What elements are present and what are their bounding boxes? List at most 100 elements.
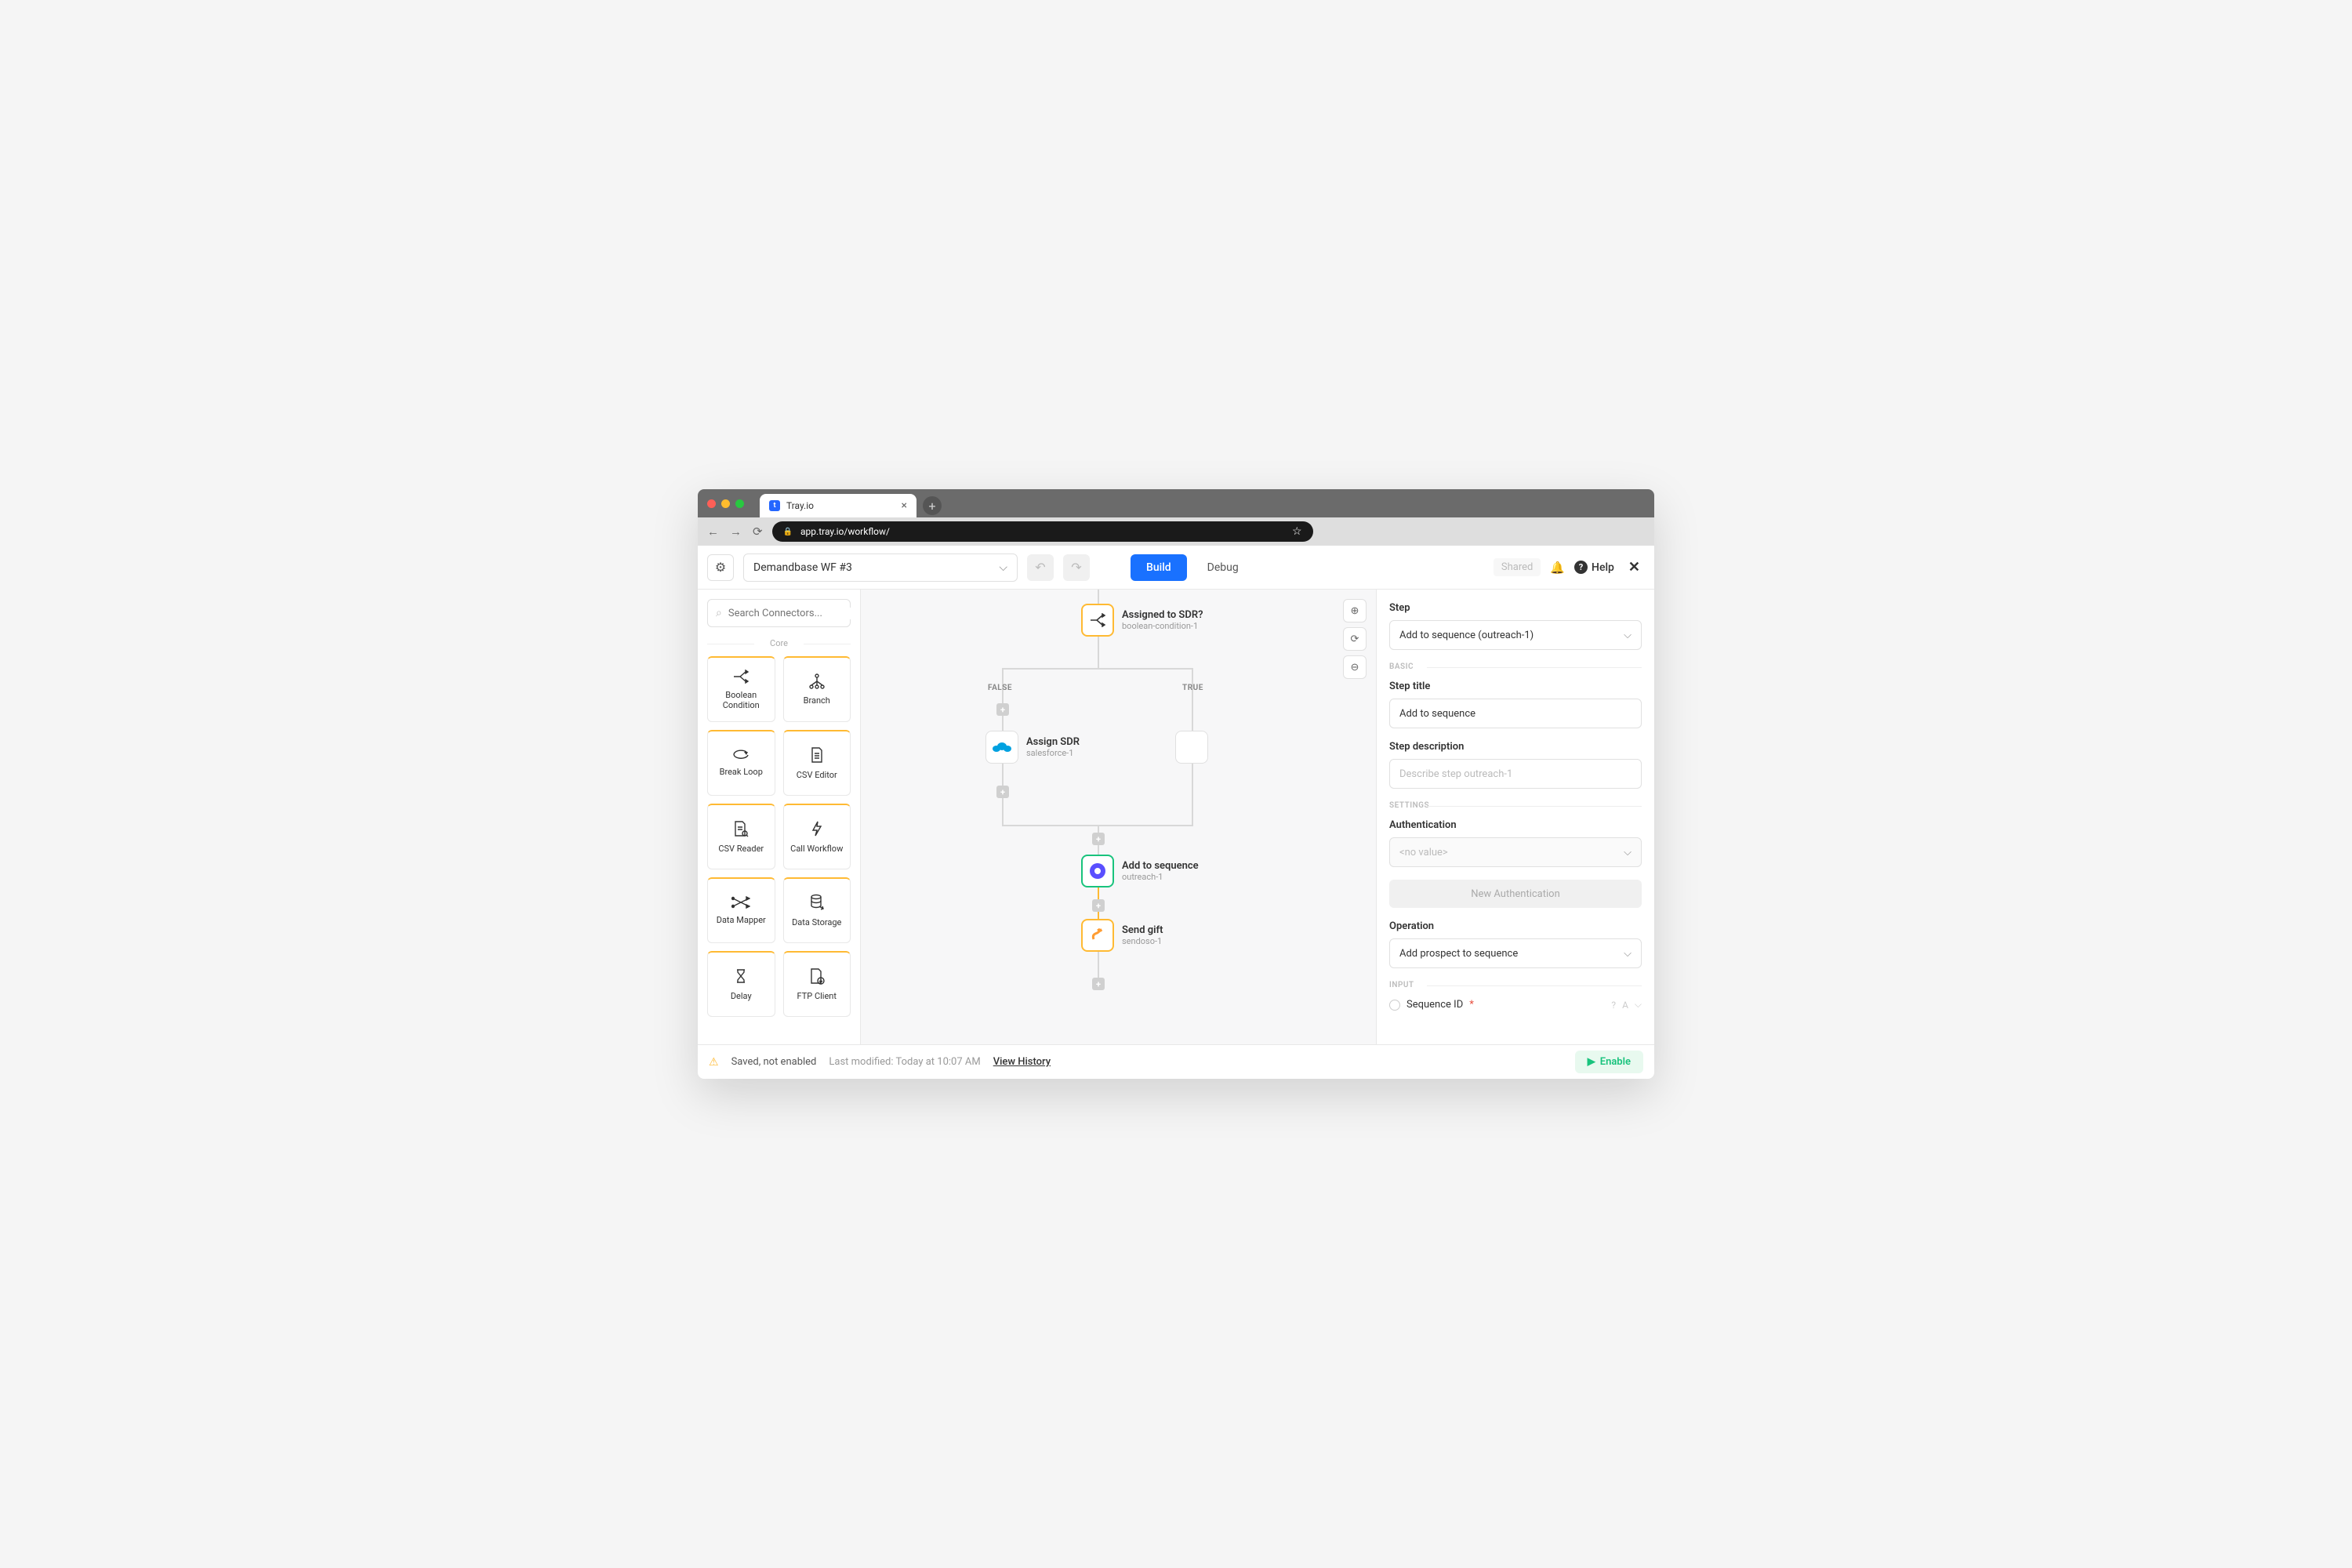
enable-label: Enable (1600, 1056, 1631, 1068)
zoom-reset-button[interactable]: ⟳ (1343, 627, 1367, 651)
debug-tab[interactable]: Debug (1192, 554, 1254, 581)
radio-icon[interactable] (1389, 1000, 1400, 1011)
enable-button[interactable]: ▶ Enable (1575, 1051, 1643, 1073)
zoom-out-button[interactable]: ⊖ (1343, 655, 1367, 679)
chevron-down-icon: ⌵ (1624, 847, 1632, 858)
browser-tab[interactable]: t Tray.io × (760, 494, 916, 517)
saved-status: Saved, not enabled (731, 1056, 817, 1068)
url-field[interactable]: 🔒 app.tray.io/workflow/ ☆ (772, 521, 1313, 542)
search-connectors[interactable]: ⌕ (707, 599, 851, 627)
connector-delay[interactable]: Delay (707, 951, 775, 1017)
connector-csv-reader[interactable]: CSV Reader (707, 804, 775, 869)
shared-badge: Shared (1494, 558, 1541, 576)
undo-icon: ↶ (1035, 560, 1045, 575)
view-history-link[interactable]: View History (993, 1056, 1051, 1068)
node-assign-sdr[interactable]: Assign SDRsalesforce-1 (985, 731, 1080, 764)
connector-label: Boolean Condition (711, 690, 771, 710)
connector-label: Call Workflow (790, 844, 843, 854)
salesforce-icon (985, 731, 1018, 764)
type-icon[interactable]: A (1622, 1000, 1628, 1011)
redo-icon: ↷ (1071, 560, 1081, 575)
settings-button[interactable]: ⚙ (707, 554, 734, 581)
sequence-id-row[interactable]: Sequence ID* ? A ⌵ (1389, 999, 1642, 1011)
connector-label: Branch (804, 695, 830, 706)
connector-data-mapper[interactable]: Data Mapper (707, 877, 775, 943)
redo-button[interactable]: ↷ (1063, 554, 1090, 581)
app-window: t Tray.io × + ← → ⟳ 🔒 app.tray.io/workfl… (698, 489, 1654, 1079)
chevron-down-icon[interactable]: ⌵ (1635, 999, 1642, 1011)
close-window[interactable] (707, 499, 716, 508)
node-icon-boolean (1081, 604, 1114, 637)
connector-data-storage[interactable]: Data Storage (783, 877, 851, 943)
workflow-select[interactable]: Demandbase WF #3 ⌵ (743, 554, 1018, 582)
connector-line (1002, 668, 1193, 670)
node-empty[interactable] (1175, 731, 1208, 764)
forward-icon[interactable]: → (730, 524, 742, 539)
step-title-label: Step title (1389, 681, 1642, 692)
favicon: t (769, 500, 780, 511)
node-title: Send gift (1122, 924, 1163, 936)
close-tab-icon[interactable]: × (902, 499, 907, 512)
bell-icon[interactable]: 🔔 (1550, 561, 1565, 575)
true-label: TRUE (1182, 684, 1203, 692)
build-tab[interactable]: Build (1131, 554, 1187, 581)
workflow-canvas[interactable]: ⊕ ⟳ ⊖ Assigned to SDR?boolean-condition-… (861, 590, 1376, 1044)
connector-boolean-condition[interactable]: Boolean Condition (707, 656, 775, 722)
false-label: FALSE (988, 684, 1012, 692)
node-subtitle: outreach-1 (1122, 872, 1199, 882)
minimize-window[interactable] (721, 499, 730, 508)
maximize-window[interactable] (735, 499, 744, 508)
node-add-sequence[interactable]: Add to sequenceoutreach-1 (1081, 855, 1199, 887)
connector-line (1002, 668, 1004, 731)
auth-select[interactable]: <no value> ⌵ (1389, 837, 1642, 867)
connector-ftp-client[interactable]: FTP Client (783, 951, 851, 1017)
search-input[interactable] (728, 608, 858, 619)
outreach-icon (1081, 855, 1114, 887)
new-tab-button[interactable]: + (923, 496, 942, 515)
node-send-gift[interactable]: Send giftsendoso-1 (1081, 919, 1163, 952)
close-panel-icon[interactable]: ✕ (1624, 556, 1645, 579)
browser-tab-bar: t Tray.io × + (698, 489, 1654, 517)
step-title-input[interactable] (1389, 699, 1642, 728)
app-toolbar: ⚙ Demandbase WF #3 ⌵ ↶ ↷ Build Debug Sha… (698, 546, 1654, 590)
add-step-button[interactable]: + (1092, 978, 1105, 990)
gear-icon: ⚙ (715, 560, 726, 575)
traffic-lights (707, 499, 744, 508)
chevron-down-icon: ⌵ (1624, 630, 1632, 641)
connector-csv-editor[interactable]: CSV Editor (783, 730, 851, 796)
connector-line (1098, 590, 1099, 604)
back-icon[interactable]: ← (707, 524, 719, 539)
zoom-in-button[interactable]: ⊕ (1343, 599, 1367, 622)
connector-line (1098, 637, 1099, 668)
url-text: app.tray.io/workflow/ (800, 526, 890, 537)
operation-label: Operation (1389, 920, 1642, 932)
play-icon: ▶ (1588, 1056, 1595, 1068)
nav-controls: ← → ⟳ (707, 524, 763, 539)
tab-title: Tray.io (786, 500, 814, 511)
node-boolean[interactable]: Assigned to SDR?boolean-condition-1 (1081, 604, 1203, 637)
operation-value: Add prospect to sequence (1399, 948, 1518, 960)
undo-button[interactable]: ↶ (1027, 554, 1054, 581)
step-select[interactable]: Add to sequence (outreach-1) ⌵ (1389, 620, 1642, 650)
connector-branch[interactable]: Branch (783, 656, 851, 722)
add-step-button[interactable]: + (1092, 833, 1105, 845)
add-step-button[interactable]: + (1092, 899, 1105, 912)
operation-select[interactable]: Add prospect to sequence ⌵ (1389, 938, 1642, 968)
new-auth-button[interactable]: New Authentication (1389, 880, 1642, 908)
step-desc-input[interactable] (1389, 759, 1642, 789)
help-button[interactable]: ? Help (1574, 561, 1614, 574)
node-title: Assign SDR (1026, 736, 1080, 748)
help-field-icon[interactable]: ? (1611, 1000, 1616, 1011)
reload-icon[interactable]: ⟳ (753, 524, 763, 539)
add-step-button[interactable]: + (996, 703, 1009, 716)
connector-call-workflow[interactable]: Call Workflow (783, 804, 851, 869)
main-layout: ⌕ Core Boolean Condition Branch Break Lo… (698, 590, 1654, 1044)
input-section: INPUT (1389, 981, 1642, 989)
basic-section: BASIC (1389, 662, 1642, 671)
step-value: Add to sequence (outreach-1) (1399, 630, 1534, 641)
connector-break-loop[interactable]: Break Loop (707, 730, 775, 796)
add-step-button[interactable]: + (996, 786, 1009, 798)
chevron-down-icon: ⌵ (999, 561, 1007, 574)
bookmark-icon[interactable]: ☆ (1292, 525, 1302, 538)
connector-label: Data Mapper (717, 915, 766, 925)
